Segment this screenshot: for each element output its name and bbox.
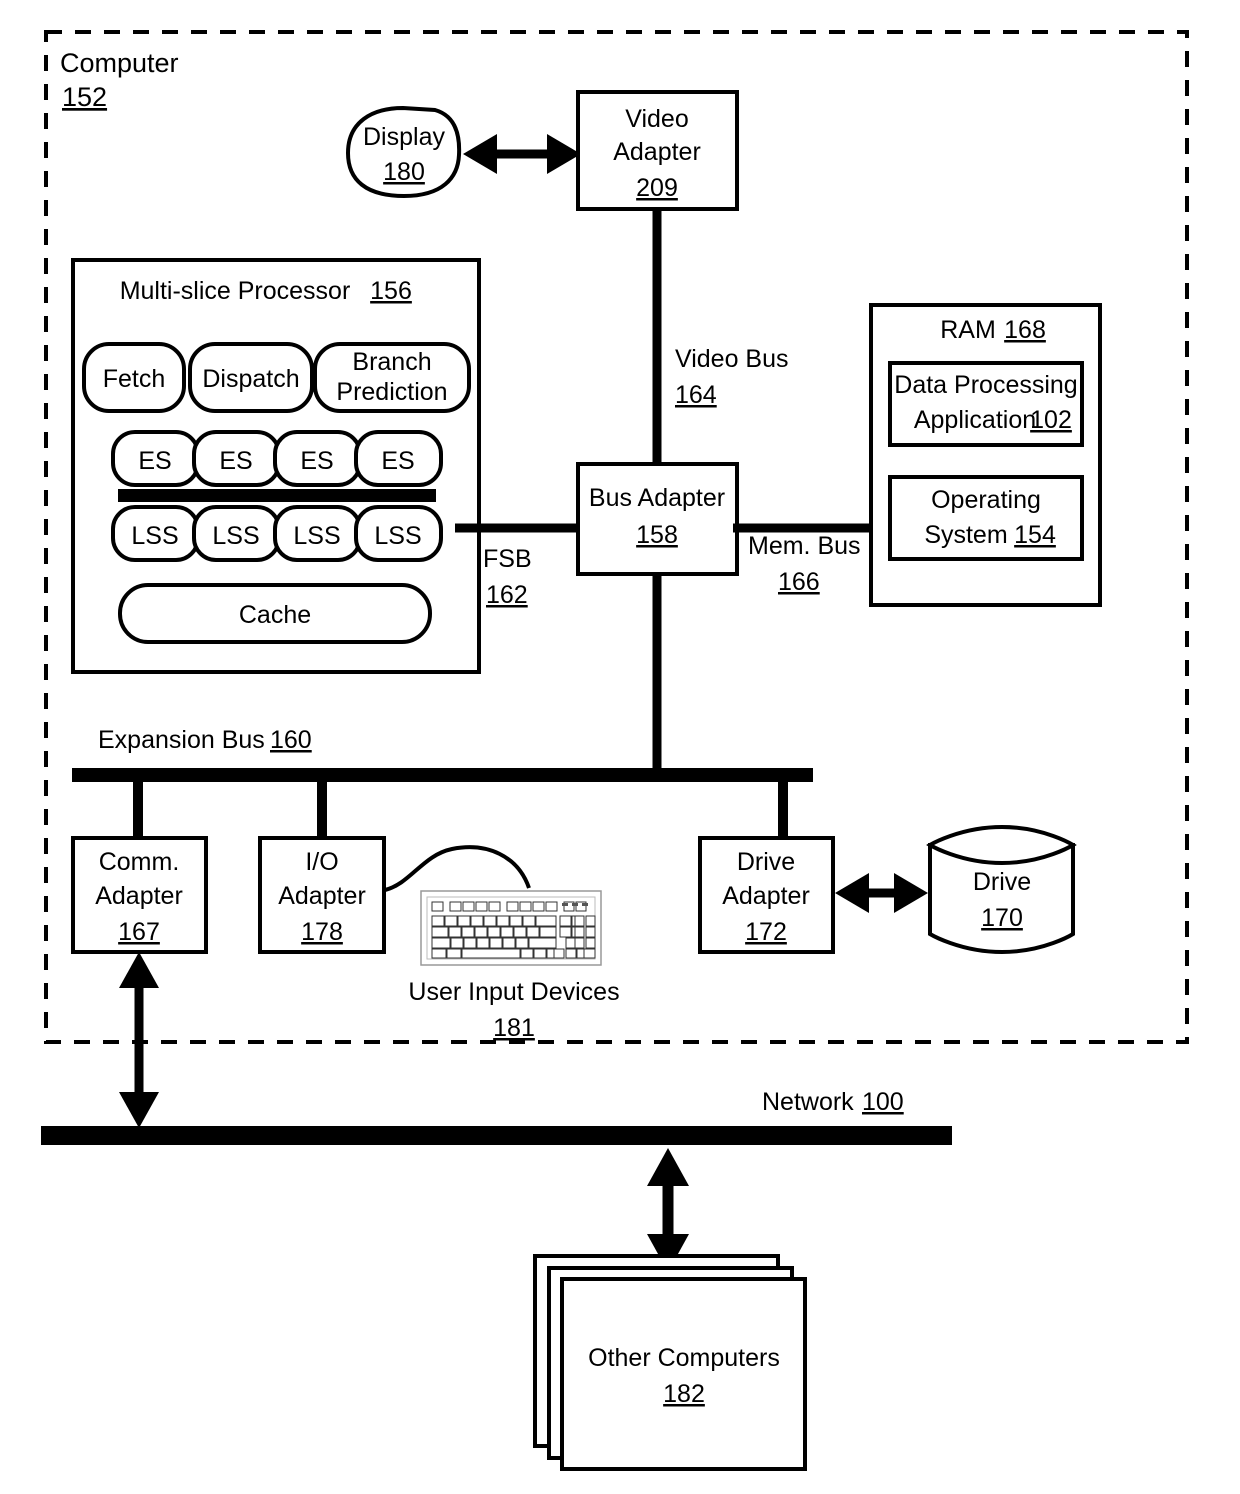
computer-architecture-diagram: Computer 152 Display 180 Video Adapter 2… (41, 30, 1189, 1471)
ram-module-dpa-line2: Application (914, 406, 1036, 434)
other-computers-ref: 182 (663, 1380, 705, 1408)
other-computers-card-front (560, 1277, 807, 1471)
expansion-bus-bar (72, 768, 813, 782)
video-bus-ref: 164 (675, 381, 717, 409)
comm-network-arrow (119, 952, 159, 1128)
network-label: Network (762, 1088, 854, 1116)
processor-lss-slice-label: LSS (293, 522, 340, 550)
drive-adapter-line2: Adapter (722, 882, 810, 910)
comm-adapter-line1: Comm. (99, 848, 180, 876)
processor-unit-branch-prediction-line1: Branch (352, 348, 431, 376)
expansion-bus-label: Expansion Bus (98, 726, 265, 754)
ram-title: RAM (940, 316, 996, 344)
network-bar (41, 1126, 952, 1145)
mem-bus-ref: 166 (778, 568, 820, 596)
computer-boundary-ref: 152 (62, 82, 107, 112)
network-other-computers-arrow (647, 1148, 689, 1272)
drive-adapter-drive-arrow (835, 873, 928, 913)
ram-module-dpa-ref: 102 (1030, 406, 1072, 434)
keyboard-cable (384, 845, 531, 892)
bus-adapter-ref: 158 (636, 521, 678, 549)
user-input-devices-label: User Input Devices (408, 978, 619, 1006)
bus-adapter-box (576, 462, 739, 576)
video-adapter-line2: Adapter (613, 138, 701, 166)
other-computers-label: Other Computers (588, 1344, 780, 1372)
io-adapter-line1: I/O (305, 848, 338, 876)
fsb-ref: 162 (486, 581, 528, 609)
ram-module-os-line2: System (924, 521, 1007, 549)
ram-module-os-ref: 154 (1014, 521, 1056, 549)
processor-es-slice-label: ES (138, 447, 171, 475)
processor-crossbar (118, 489, 436, 502)
mem-bus-label: Mem. Bus (748, 532, 861, 560)
processor-lss-slice-label: LSS (212, 522, 259, 550)
video-bus-label: Video Bus (675, 345, 789, 373)
processor-ref: 156 (370, 277, 412, 305)
drive-ref: 170 (981, 904, 1023, 932)
processor-unit-fetch-label: Fetch (103, 365, 166, 393)
io-adapter-ref: 178 (301, 918, 343, 946)
processor-cache-label: Cache (239, 601, 311, 629)
processor-es-slice-label: ES (300, 447, 333, 475)
drive-adapter-ref: 172 (745, 918, 787, 946)
user-input-devices-ref: 181 (493, 1014, 535, 1042)
drive-label: Drive (973, 868, 1031, 896)
fsb-label: FSB (483, 545, 532, 573)
video-adapter-line1: Video (625, 105, 689, 133)
ram-module-dpa-line1: Data Processing (894, 371, 1077, 399)
processor-unit-branch-prediction-line2: Prediction (336, 378, 447, 406)
ram-module-os-line1: Operating (931, 486, 1041, 514)
processor-es-slice-label: ES (381, 447, 414, 475)
drive-adapter-line1: Drive (737, 848, 795, 876)
figure-canvas: Computer 152 Display 180 Video Adapter 2… (0, 0, 1240, 1494)
processor-title: Multi-slice Processor (120, 277, 351, 305)
bus-adapter-label: Bus Adapter (589, 484, 725, 512)
io-adapter-line2: Adapter (278, 882, 366, 910)
video-adapter-ref: 209 (636, 174, 678, 202)
display-video-arrow (463, 134, 581, 174)
processor-lss-slice-label: LSS (374, 522, 421, 550)
processor-es-slice-label: ES (219, 447, 252, 475)
comm-adapter-line2: Adapter (95, 882, 183, 910)
expansion-bus-ref: 160 (270, 726, 312, 754)
display-label: Display (363, 123, 445, 151)
processor-lss-slice-label: LSS (131, 522, 178, 550)
ram-ref: 168 (1004, 316, 1046, 344)
network-ref: 100 (862, 1088, 904, 1116)
display-ref: 180 (383, 158, 425, 186)
keyboard-icon (420, 890, 602, 966)
processor-unit-dispatch-label: Dispatch (202, 365, 299, 393)
comm-adapter-ref: 167 (118, 918, 160, 946)
computer-boundary-label: Computer (60, 48, 179, 78)
